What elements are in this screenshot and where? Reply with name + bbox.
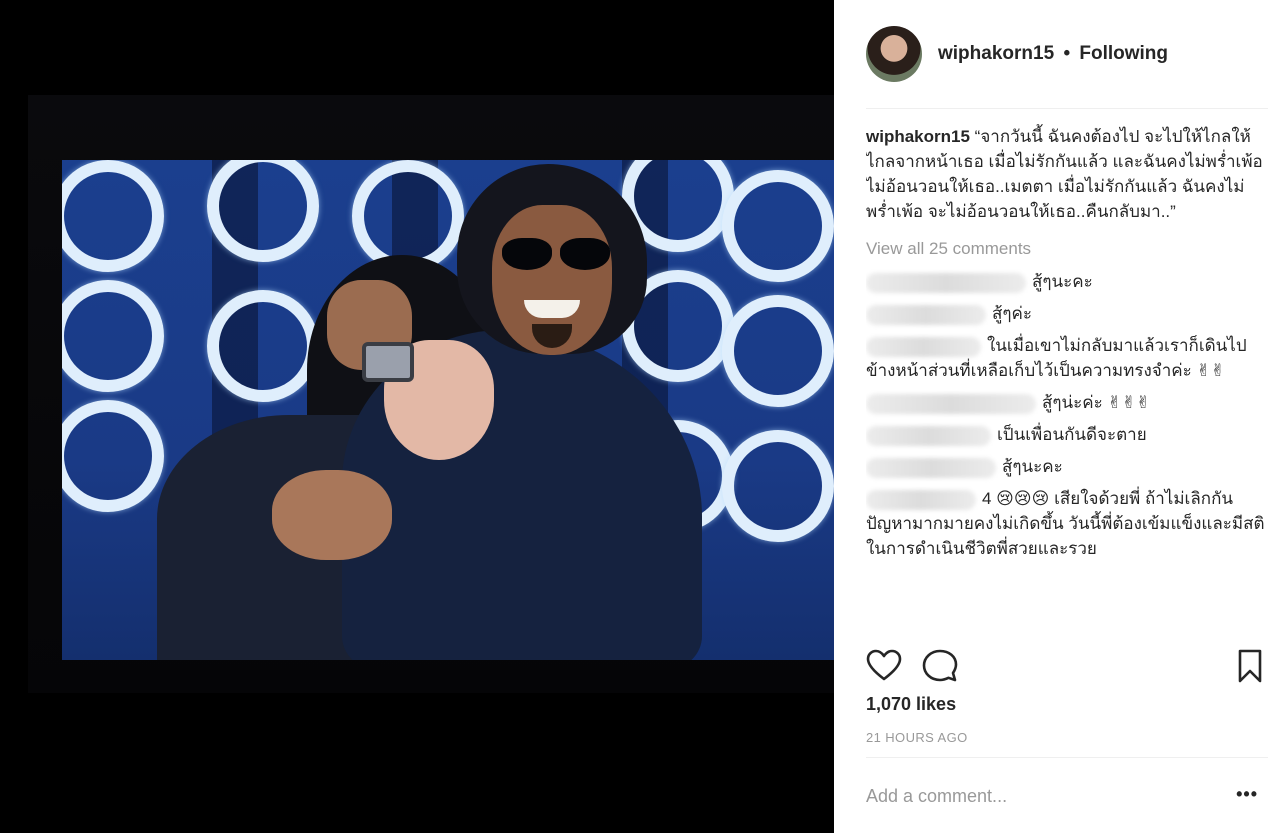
comment-text: สู้ๆน่ะค่ะ ✌✌✌ (1042, 393, 1151, 412)
caption-username[interactable]: wiphakorn15 (866, 127, 970, 146)
more-options-button[interactable]: ••• (1236, 784, 1258, 805)
add-comment-input[interactable]: Add a comment... (866, 786, 1007, 807)
blurred-username (866, 304, 986, 325)
comment-icon[interactable] (922, 648, 958, 684)
caption: wiphakorn15 “จากวันนี้ ฉันคงต้องไป จะไปใ… (866, 124, 1268, 224)
likes-count[interactable]: 1,070 likes (866, 694, 956, 715)
separator-dot: • (1063, 43, 1071, 64)
comment-item: สู้ๆค่ะ (866, 301, 1268, 326)
comment-text: สู้ๆนะคะ (1032, 272, 1093, 291)
post-header: wiphakorn15 • Following (866, 26, 1268, 82)
author-username[interactable]: wiphakorn15 (938, 43, 1054, 64)
tv-screen (62, 160, 834, 660)
following-button[interactable]: Following (1079, 43, 1168, 64)
blurred-username (866, 457, 996, 478)
comment-text: สู้ๆค่ะ (992, 304, 1033, 323)
blurred-username (866, 393, 1036, 414)
blurred-username (866, 489, 976, 510)
comment-item: ในเมื่อเขาไม่กลับมาแล้วเราก็เดินไปข้างหน… (866, 333, 1268, 383)
avatar[interactable] (866, 26, 922, 82)
comment-text: เป็นเพื่อนกันดีจะตาย (997, 425, 1147, 444)
post-timestamp[interactable]: 21 HOURS AGO (866, 730, 968, 745)
bookmark-icon[interactable] (1232, 648, 1268, 684)
header-divider (866, 108, 1268, 109)
comment-item: 4 😢😢😢 เสียใจด้วยพี่ ถ้าไม่เลิกกันปัญหามา… (866, 486, 1268, 561)
comment-text: สู้ๆนะคะ (1002, 457, 1063, 476)
comment-item: สู้ๆนะคะ (866, 269, 1268, 294)
comments-list[interactable]: wiphakorn15 “จากวันนี้ ฉันคงต้องไป จะไปใ… (866, 124, 1268, 634)
blurred-username (866, 336, 981, 357)
header-text: wiphakorn15 • Following (938, 43, 1168, 65)
comment-item: สู้ๆน่ะค่ะ ✌✌✌ (866, 390, 1268, 415)
view-all-comments-link[interactable]: View all 25 comments (866, 236, 1268, 261)
heart-icon[interactable] (866, 648, 902, 684)
action-bar (866, 648, 1262, 684)
blurred-username (866, 272, 1026, 293)
comment-item: สู้ๆนะคะ (866, 454, 1268, 479)
comment-item: เป็นเพื่อนกันดีจะตาย (866, 422, 1268, 447)
post-image[interactable] (0, 0, 834, 833)
blurred-username (866, 425, 991, 446)
post-panel: wiphakorn15 • Following wiphakorn15 “จาก… (834, 0, 1280, 833)
footer-divider (866, 757, 1268, 758)
